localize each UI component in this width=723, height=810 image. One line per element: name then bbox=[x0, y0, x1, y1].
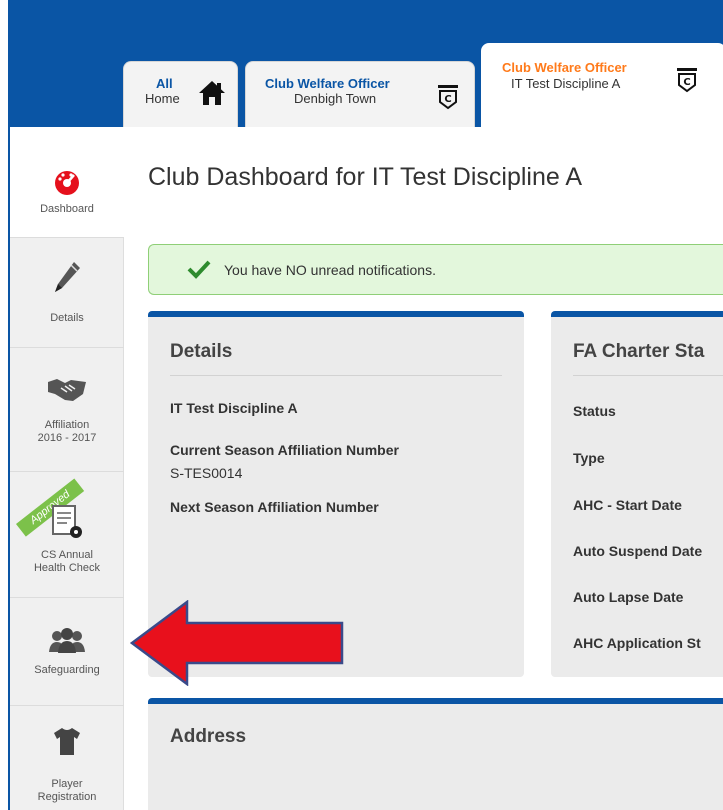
divider bbox=[573, 375, 723, 376]
sidebar-item-label: Health Check bbox=[33, 562, 101, 574]
current-affiliation-label: Current Season Affiliation Number bbox=[170, 442, 399, 458]
check-icon bbox=[187, 259, 211, 284]
sidebar: Dashboard Details Affiliation 2016 - 201… bbox=[10, 127, 124, 810]
auto-lapse-date-label: Auto Lapse Date bbox=[573, 589, 684, 605]
gauge-icon bbox=[52, 169, 82, 198]
ahc-application-status-label: AHC Application St bbox=[573, 635, 701, 651]
pencil-icon bbox=[52, 260, 82, 299]
tab-subtitle: IT Test Discipline A bbox=[511, 76, 621, 91]
red-arrow-annotation bbox=[129, 599, 345, 691]
notification-banner: You have NO unread notifications. bbox=[148, 244, 723, 295]
tab-all-home[interactable]: All Home bbox=[123, 61, 238, 127]
address-panel: Address bbox=[148, 698, 723, 810]
tab-club-welfare-it-test[interactable]: Club Welfare Officer IT Test Discipline … bbox=[481, 43, 723, 127]
tab-title: All bbox=[156, 76, 173, 91]
details-heading: Details bbox=[170, 341, 233, 362]
tab-subtitle: Denbigh Town bbox=[294, 91, 377, 106]
sidebar-item-label: Dashboard bbox=[40, 203, 94, 215]
status-label: Status bbox=[573, 403, 616, 419]
sidebar-item-label: Affiliation bbox=[44, 419, 90, 431]
sidebar-item-label: Registration bbox=[37, 791, 97, 803]
sidebar-item-safeguarding[interactable]: Safeguarding bbox=[10, 598, 124, 706]
tab-title: Club Welfare Officer bbox=[265, 76, 390, 91]
sidebar-item-label: CS Annual bbox=[41, 549, 93, 561]
sidebar-item-details[interactable]: Details bbox=[10, 238, 124, 348]
sidebar-item-label: Safeguarding bbox=[34, 664, 100, 676]
shirt-icon bbox=[53, 726, 81, 759]
tab-subtitle: Home bbox=[145, 91, 180, 106]
charter-status-panel: FA Charter Sta Status Type AHC - Start D… bbox=[551, 311, 723, 677]
page-title: Club Dashboard for IT Test Discipline A bbox=[148, 163, 583, 191]
address-heading: Address bbox=[170, 726, 247, 747]
tab-title: Club Welfare Officer bbox=[502, 60, 627, 75]
type-label: Type bbox=[573, 450, 605, 466]
tab-club-welfare-denbigh[interactable]: Club Welfare Officer Denbigh Town C bbox=[245, 61, 475, 127]
auto-suspend-date-label: Auto Suspend Date bbox=[573, 543, 703, 559]
ahc-start-date-label: AHC - Start Date bbox=[573, 497, 682, 513]
club-name: IT Test Discipline A bbox=[170, 400, 298, 416]
people-icon bbox=[47, 628, 87, 657]
sidebar-item-dashboard[interactable]: Dashboard bbox=[10, 127, 124, 238]
sidebar-item-label: Details bbox=[50, 312, 84, 324]
home-icon bbox=[198, 80, 226, 111]
sidebar-item-label: Player bbox=[51, 778, 83, 790]
club-badge-icon: C bbox=[676, 67, 698, 98]
svg-text:C: C bbox=[444, 94, 451, 105]
club-badge-icon: C bbox=[437, 84, 459, 115]
handshake-icon bbox=[47, 376, 87, 407]
document-badge-icon bbox=[50, 504, 84, 543]
sidebar-item-label: 2016 - 2017 bbox=[37, 432, 97, 444]
sidebar-item-player-registration[interactable]: Player Registration bbox=[10, 706, 124, 810]
sidebar-item-health-check[interactable]: Approved CS Annual Health Check bbox=[10, 472, 124, 598]
next-affiliation-label: Next Season Affiliation Number bbox=[170, 499, 379, 515]
notification-text: You have NO unread notifications. bbox=[224, 262, 436, 278]
svg-text:C: C bbox=[683, 77, 690, 88]
charter-heading: FA Charter Sta bbox=[573, 341, 705, 362]
sidebar-item-affiliation[interactable]: Affiliation 2016 - 2017 bbox=[10, 348, 124, 472]
current-affiliation-value: S-TES0014 bbox=[170, 465, 243, 481]
divider bbox=[170, 375, 502, 376]
